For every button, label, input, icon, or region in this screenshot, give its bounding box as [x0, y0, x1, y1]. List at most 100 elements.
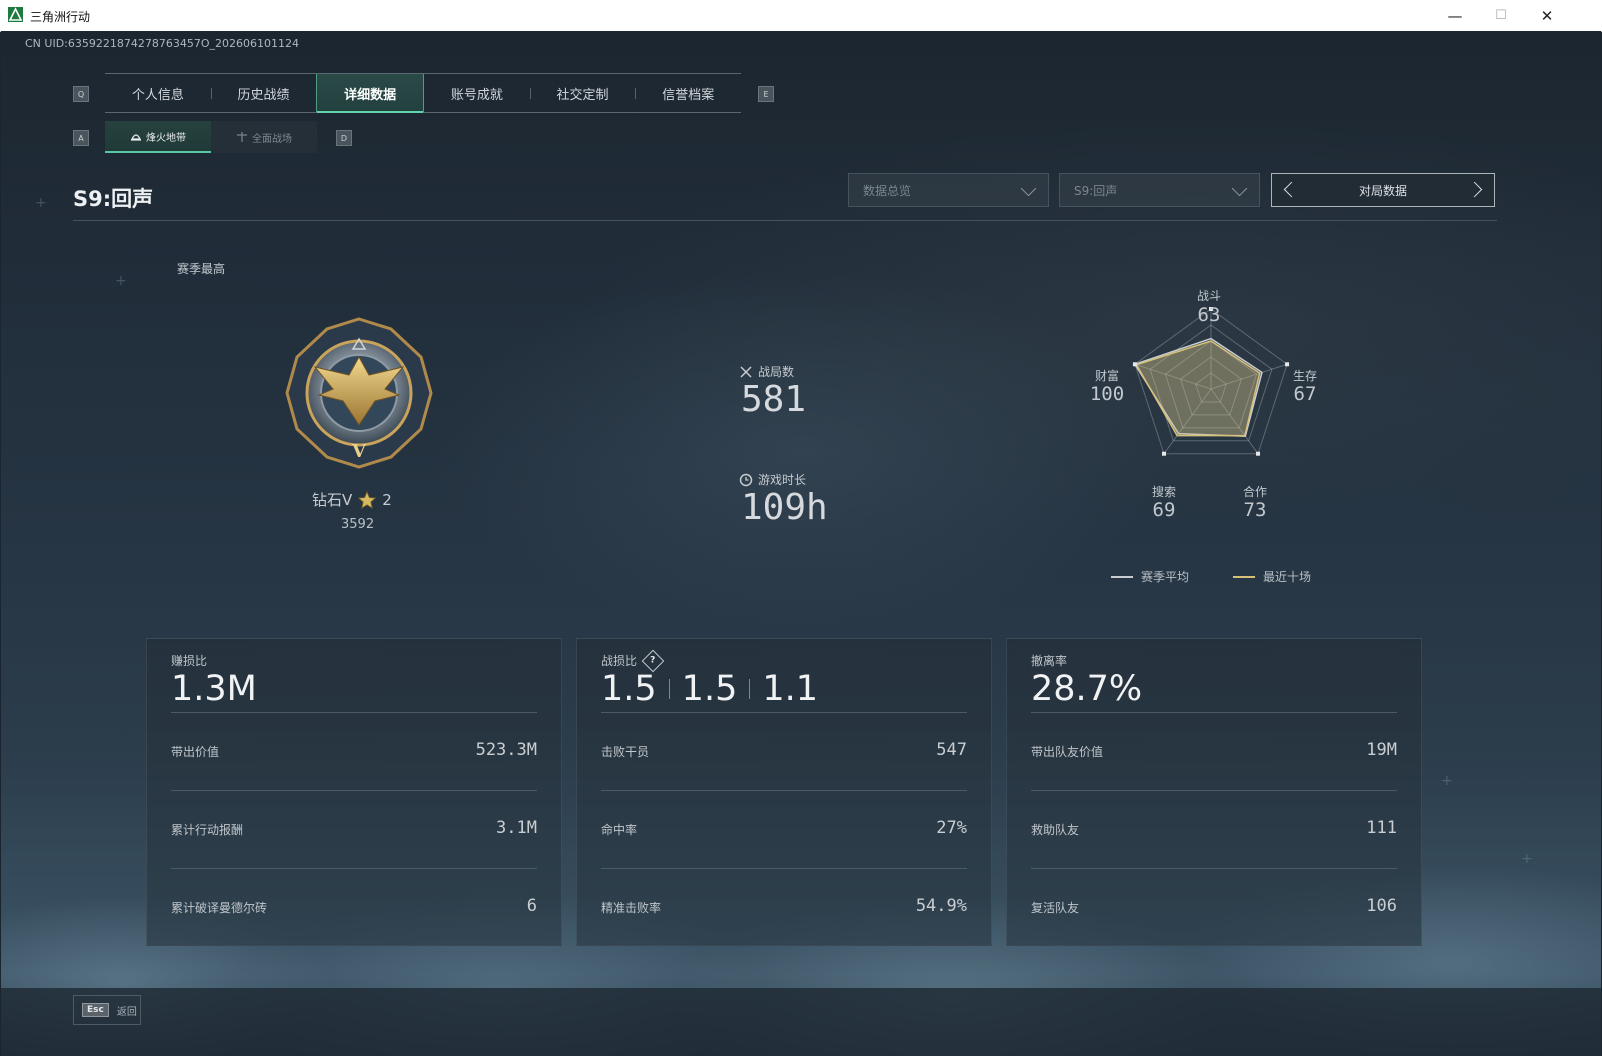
tab-right-key-hint: E [758, 86, 774, 102]
legend-label: 赛季平均 [1141, 570, 1190, 584]
data-overview-dropdown[interactable]: 数据总览 [848, 173, 1049, 207]
match-data-switcher: 对局数据 [1271, 173, 1495, 207]
subtab-battlefield[interactable]: 全面战场 [211, 121, 317, 153]
card-title: 撤离率 [1031, 654, 1068, 668]
radar-value-search: 69 [1152, 499, 1176, 521]
stat-value: 523.3M [475, 740, 537, 760]
stat-value: 54.9% [915, 896, 967, 916]
tab-credit-record[interactable]: 信誉档案 [635, 74, 741, 112]
card-main-value: 1.3M [171, 669, 257, 709]
kd-value: 1.5 [681, 669, 738, 709]
switcher-label: 对局数据 [1358, 183, 1407, 198]
radar-label-wealth: 财富 [1094, 369, 1119, 383]
radar-label-combat: 战斗 [1196, 289, 1221, 303]
season-dropdown[interactable]: S9:回声 [1059, 173, 1260, 207]
radar-vertex-marker [1161, 451, 1166, 456]
radar-value-combat: 63 [1197, 304, 1221, 326]
radar-value-survival: 67 [1293, 383, 1317, 405]
chevron-right-icon[interactable] [1466, 181, 1483, 198]
legend-season-average: 赛季平均 [1111, 568, 1189, 585]
diamond-eagle-medal-icon: V [285, 317, 433, 469]
season-best-label: 赛季最高 [177, 262, 226, 276]
tab-achievements[interactable]: 账号成就 [424, 74, 530, 112]
stat-value: 106 [1366, 896, 1397, 916]
card-title-text: 战损比 [601, 654, 638, 668]
stat-row: 击败干员 547 [601, 712, 967, 791]
close-button[interactable]: ✕ [1524, 0, 1570, 31]
tab-social-customize[interactable]: 社交定制 [529, 74, 636, 112]
legend-swatch [1111, 575, 1133, 578]
esc-key-icon: Esc [82, 1003, 109, 1017]
kd-divider [668, 679, 670, 699]
tab-detailed-data[interactable]: 详细数据 [316, 74, 425, 113]
minimize-button[interactable]: — [1432, 0, 1478, 31]
chevron-down-icon [1231, 180, 1248, 197]
rank-title: 钻石V [312, 491, 353, 509]
subtab-fire-zone[interactable]: 烽火地带 [105, 121, 211, 153]
mode-tab-bar: 烽火地带 全面战场 [105, 121, 317, 153]
rank-stars: 2 [382, 490, 392, 509]
matches-label-text: 战局数 [758, 365, 795, 379]
stat-label: 复活队友 [1031, 901, 1080, 915]
uid-label: CN UID:6359221874278763457O_202606101124 [25, 37, 299, 50]
stat-value: 19M [1366, 740, 1397, 760]
tab-personal-info[interactable]: 个人信息 [105, 74, 211, 112]
subtab-right-key-hint: D [336, 130, 352, 146]
radar-legend: 赛季平均 最近十场 [1111, 568, 1311, 585]
playtime-label: 游戏时长 [739, 471, 806, 488]
crosshair-decoration: + [1521, 851, 1533, 867]
crosshair-decoration: + [1441, 773, 1453, 789]
legend-swatch [1233, 575, 1256, 578]
main-tab-bar: 个人信息 历史战绩 详细数据 账号成就 社交定制 信誉档案 [105, 73, 741, 113]
kd-value: 1.1 [762, 669, 819, 709]
crossed-swords-icon [740, 365, 752, 378]
svg-text:V: V [351, 441, 367, 462]
stat-row: 累计破译曼德尔砖 6 [171, 868, 537, 947]
header-divider [73, 220, 1497, 221]
season-title: S9:回声 [73, 187, 154, 211]
extraction-rate-card: 撤离率 28.7% 带出队友价值 19M 救助队友 111 复活队友 106 [1006, 638, 1422, 946]
kd-card: 战损比 ? 1.5 1.5 1.1 击败干员 547 命中率 27% 精准击败率… [576, 638, 992, 946]
stat-label: 累计破译曼德尔砖 [171, 901, 268, 915]
stat-row: 带出价值 523.3M [171, 712, 537, 791]
radar-label-survival: 生存 [1292, 369, 1317, 383]
stat-value: 547 [936, 740, 967, 760]
stat-row: 救助队友 111 [1031, 790, 1397, 869]
maximize-button[interactable]: ☐ [1478, 0, 1524, 31]
window-title: 三角洲行动 [30, 10, 91, 24]
stat-value: 27% [936, 818, 967, 838]
app-logo-icon [8, 7, 23, 22]
fire-zone-icon [131, 134, 141, 141]
crosshair-decoration: + [115, 273, 127, 289]
dropdown-value: 数据总览 [863, 183, 912, 198]
stat-label: 精准击败率 [601, 901, 662, 915]
stat-value: 111 [1366, 818, 1397, 838]
chevron-left-icon[interactable] [1283, 181, 1300, 198]
matches-label: 战局数 [739, 363, 794, 380]
card-main-value: 1.5 1.5 1.1 [601, 669, 818, 709]
stat-value: 3.1M [496, 818, 537, 838]
tab-match-history[interactable]: 历史战绩 [210, 74, 317, 112]
stat-label: 击败干员 [601, 745, 650, 759]
bottom-bar: Esc 返回 [1, 988, 1601, 1056]
stat-row: 精准击败率 54.9% [601, 868, 967, 947]
game-screen: + + + + CN UID:6359221874278763457O_2026… [1, 31, 1601, 1056]
crosshair-decoration: + [35, 195, 47, 211]
radar-series-recent-ten [1135, 340, 1261, 437]
clock-icon [739, 473, 753, 486]
back-button[interactable]: Esc 返回 [73, 995, 141, 1025]
back-label: 返回 [116, 1006, 137, 1018]
stat-row: 带出队友价值 19M [1031, 712, 1397, 791]
window-titlebar: 三角洲行动 — ☐ ✕ [0, 0, 1602, 32]
radar-value-wealth: 100 [1089, 383, 1125, 405]
profit-loss-card: 赚损比 1.3M 带出价值 523.3M 累计行动报酬 3.1M 累计破译曼德尔… [146, 638, 562, 946]
tab-left-key-hint: Q [73, 86, 89, 102]
card-title: 赚损比 [171, 654, 208, 668]
stat-value: 6 [526, 896, 537, 916]
stat-label: 命中率 [601, 823, 638, 837]
subtab-left-key-hint: A [73, 130, 89, 146]
rank-name: 钻石V 2 [312, 489, 392, 510]
radar-label-search: 搜索 [1151, 485, 1176, 499]
stat-label: 带出队友价值 [1031, 745, 1104, 759]
chevron-down-icon [1020, 180, 1037, 197]
